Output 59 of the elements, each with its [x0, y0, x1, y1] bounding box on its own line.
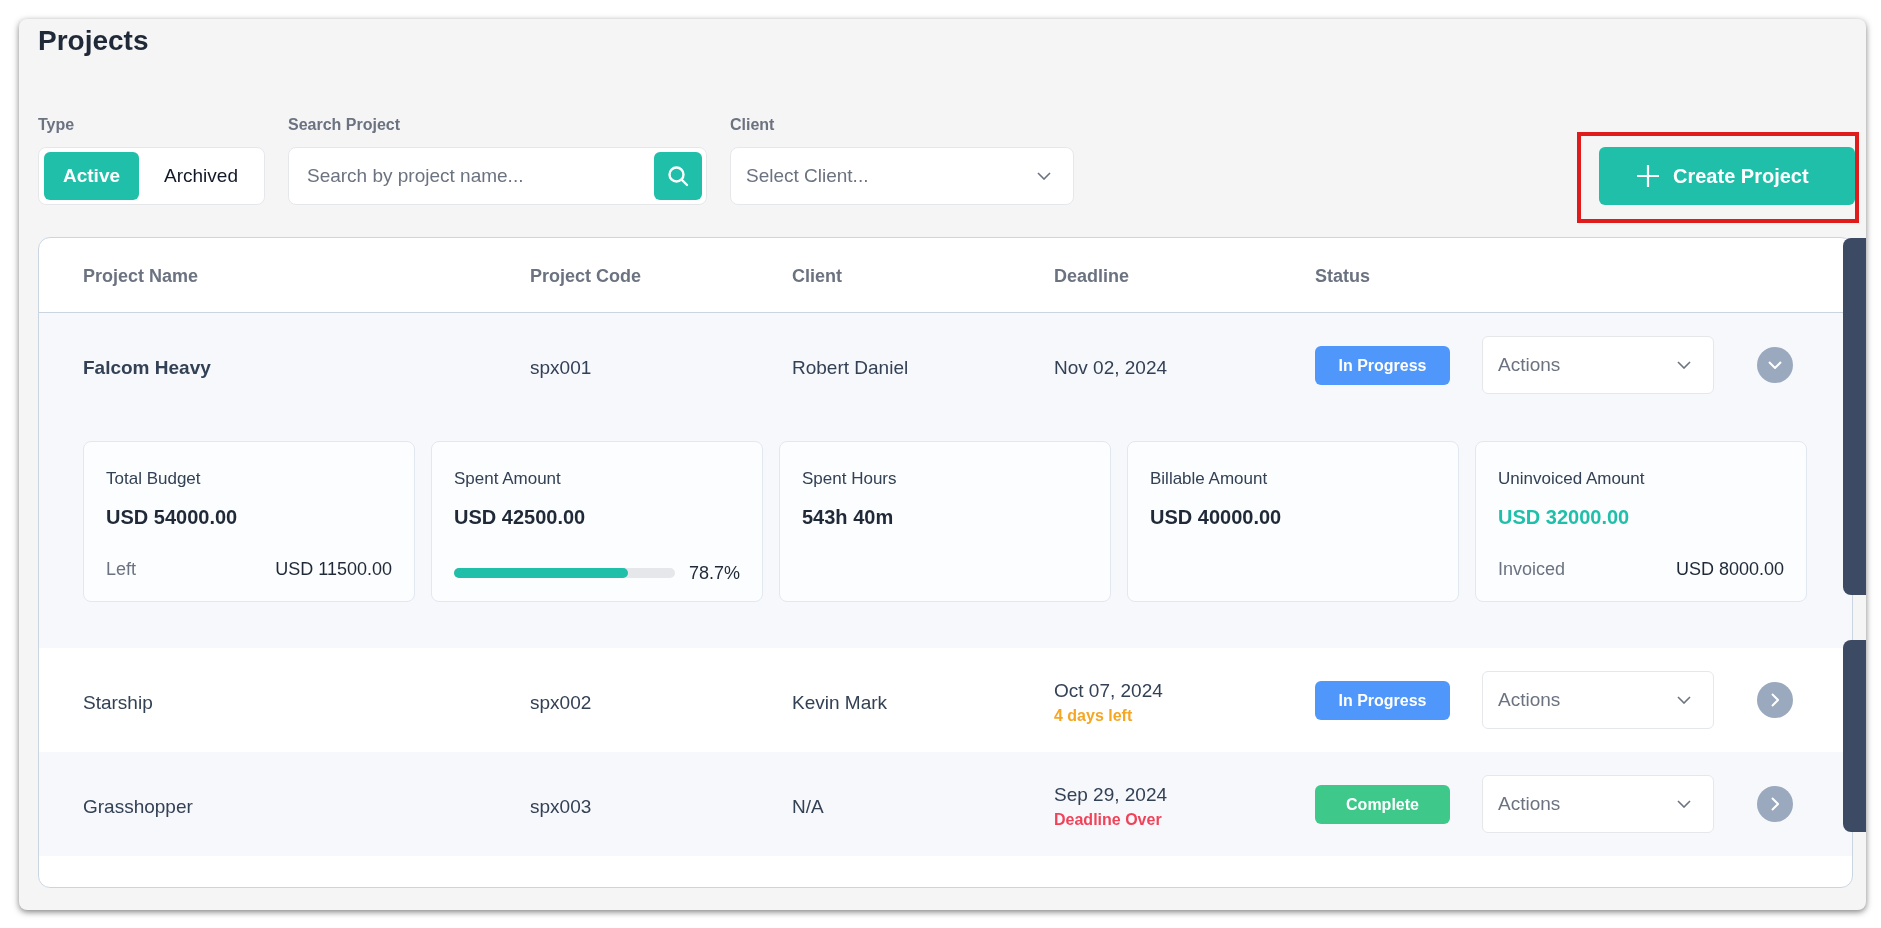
chevron-down-icon: [1677, 361, 1691, 369]
metric-title: Uninvoiced Amount: [1498, 468, 1646, 490]
chevron-down-icon: [1677, 800, 1691, 808]
table-cell-text: Robert Daniel: [792, 356, 909, 380]
plus-icon: [1637, 165, 1659, 187]
actions-dropdown[interactable]: Actions: [1482, 775, 1714, 833]
metric-label: Left: [106, 557, 137, 581]
chevron-right-icon: [1771, 693, 1779, 707]
table-cell-text: spx003: [530, 795, 592, 819]
progress-reading: 78.7%: [688, 561, 740, 585]
metric-value: USD 54000.00: [106, 504, 239, 530]
metric-value: USD 42500.00: [454, 504, 587, 530]
metric-value: 543h 40m: [802, 504, 895, 530]
metric-title: Billable Amount: [1150, 468, 1269, 490]
column-header: Client: [792, 265, 842, 288]
deadline-note: Deadline Over: [1054, 810, 1162, 830]
client-dropdown[interactable]: Select Client...: [729, 147, 1074, 205]
metric-value: USD 40000.00: [1150, 504, 1283, 530]
actions-dropdown[interactable]: Actions: [1482, 336, 1714, 394]
table-cell-text: Oct 07, 2024: [1054, 679, 1163, 703]
metric-title: Spent Amount: [454, 468, 562, 490]
expand-toggle[interactable]: [1757, 786, 1793, 822]
table-cell-text: Falcom Heavy: [83, 356, 211, 380]
table-cell-text: Kevin Mark: [792, 691, 888, 715]
column-header: Status: [1315, 265, 1370, 288]
table-cell-text: spx002: [530, 691, 592, 715]
column-header: Project Code: [530, 265, 642, 288]
table-cell-text: Starship: [83, 691, 153, 715]
status-badge: Complete: [1315, 785, 1450, 824]
chevron-down-icon: [1677, 696, 1691, 704]
search-button[interactable]: [653, 152, 702, 200]
actions-dropdown[interactable]: Actions: [1482, 671, 1714, 729]
metric-label: Invoiced: [1498, 557, 1566, 581]
search-field[interactable]: Search by project name...: [287, 147, 707, 205]
metric-amount: USD 11500.00: [275, 557, 392, 581]
metric-amount: USD 8000.00: [1675, 557, 1784, 581]
filter-label: Client: [729, 115, 776, 135]
chevron-down-icon: [1768, 361, 1782, 369]
metric-value: USD 32000.00: [1498, 504, 1631, 530]
table-cell-text: Nov 02, 2024: [1054, 356, 1168, 380]
search-icon: [665, 164, 690, 188]
chevron-right-icon: [1771, 797, 1779, 811]
table-cell-text: Sep 29, 2024: [1054, 783, 1168, 807]
deadline-note: 4 days left: [1054, 706, 1133, 726]
status-badge: In Progress: [1315, 346, 1450, 385]
table-cell-text: N/A: [792, 795, 824, 819]
column-header: Project Name: [83, 265, 199, 288]
expand-toggle[interactable]: [1757, 347, 1793, 383]
status-badge: In Progress: [1315, 681, 1450, 720]
filter-label: Search Project: [287, 115, 401, 135]
chevron-down-icon: [1036, 172, 1051, 180]
metric-title: Total Budget: [106, 468, 202, 490]
table-cell-text: Grasshopper: [83, 795, 193, 819]
table-cell-text: spx001: [530, 356, 592, 380]
column-header: Deadline: [1054, 265, 1130, 288]
expand-toggle[interactable]: [1757, 682, 1793, 718]
page-title: Projects: [38, 24, 150, 58]
metric-title: Spent Hours: [802, 468, 898, 490]
filter-label: Type: [38, 115, 76, 135]
